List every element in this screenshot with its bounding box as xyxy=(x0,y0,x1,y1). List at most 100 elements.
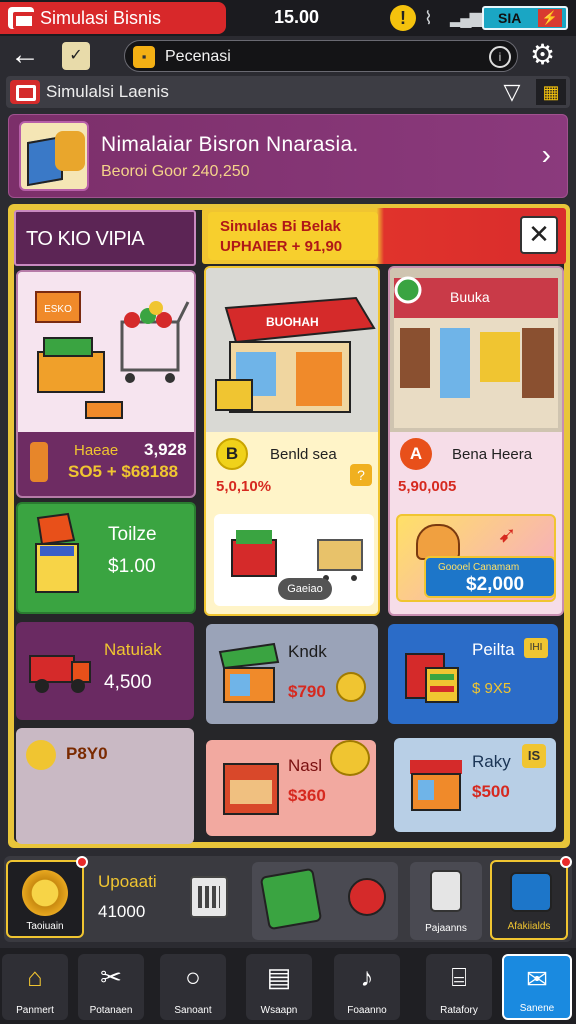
phone-label: Pajaanns xyxy=(425,923,467,934)
status-bar: Simulasi Bisnis 15.00 ! ⌇ ▂▄▆ SIA ⚡ xyxy=(0,0,576,36)
mail-icon: ✉ xyxy=(526,964,548,994)
lock-icon: ▪ xyxy=(133,46,155,68)
calculator-icon[interactable] xyxy=(190,876,228,918)
info-button[interactable]: ? xyxy=(350,464,372,486)
nav-note[interactable]: ♪ Foaanno xyxy=(334,954,400,1020)
coin-stack-icon xyxy=(336,672,366,702)
nav-home-label: Panmert xyxy=(16,1005,54,1016)
kiosk-label: Kndk xyxy=(288,642,327,661)
section-title: TO KIO VIPIA xyxy=(14,210,196,266)
clock: 15.00 xyxy=(274,7,320,27)
cash-icon[interactable] xyxy=(259,867,323,931)
cart-sign-text: ESKO xyxy=(44,304,72,315)
shop-1-price: 5,0,10% xyxy=(216,478,272,495)
shop-2-illustration: Buuka xyxy=(390,268,562,432)
app-logo-icon xyxy=(10,80,40,104)
app-nav-title: Simulalsi Laenis xyxy=(46,82,169,101)
nav-grid[interactable]: ▤ Wsaapn xyxy=(246,954,312,1020)
raky-label: Raky xyxy=(472,752,511,771)
banner-headline: Nimalaiar Bisron Nnarasia. xyxy=(101,133,359,156)
url-bar[interactable]: ▪ Pecenasi i xyxy=(124,40,518,72)
nav-grid-label: Wsaapn xyxy=(260,1005,298,1016)
shop-1-pill[interactable]: Gaeiao xyxy=(278,578,332,600)
cash-actions[interactable] xyxy=(252,862,398,940)
raky-card[interactable]: Raky $500 IS xyxy=(394,738,556,832)
nav-search[interactable]: ○ Sanoant xyxy=(160,954,226,1020)
nasi-price: $360 xyxy=(288,786,326,805)
strip-line-2: UPHAIER + 91,90 xyxy=(220,238,343,255)
wifi-icon: ⌇ xyxy=(424,8,433,28)
app-nav-row: Simulalsi Laenis ▽ ▦ xyxy=(6,76,570,108)
chevron-right-icon[interactable]: › xyxy=(542,139,551,171)
pelita-price: $ 9X5 xyxy=(472,680,512,697)
kiosk-icon xyxy=(218,642,280,703)
app-icon xyxy=(8,7,35,29)
truck-card[interactable]: Natuiak 4,500 xyxy=(16,622,194,720)
nasi-card[interactable]: Nasl $360 xyxy=(206,740,376,836)
browser-bar: ← ✓ ▪ Pecenasi i ⚙ xyxy=(0,38,576,74)
toilet-icon xyxy=(35,512,79,593)
grid-icon: ▤ xyxy=(266,962,292,992)
shop-card-2[interactable]: Buuka A Bena Heera 5,90,005 ➹ Goooel Can… xyxy=(388,266,564,616)
kiosk-price: $790 xyxy=(288,682,326,701)
shop-1-badge: B xyxy=(216,438,248,470)
buy-button[interactable]: Goooel Canamam $2,000 xyxy=(424,556,556,598)
food-stall-icon xyxy=(223,763,279,815)
shop-2-badge: A xyxy=(400,438,432,470)
shop-1-name: Benld sea xyxy=(270,446,337,463)
nav-tools[interactable]: ✂ Potanaen xyxy=(78,954,144,1020)
pelita-tag: IHI xyxy=(524,638,548,658)
achievements-button[interactable]: Afakiialds xyxy=(490,856,572,940)
hook-icon xyxy=(30,442,48,482)
promo-banner[interactable]: Nimalaiar Bisron Nnarasia. Beoroi Goor 2… xyxy=(8,114,568,198)
banner-thumbnail xyxy=(19,121,89,191)
truck-label: Natuiak xyxy=(104,640,162,659)
nav-mail[interactable]: ✉ Sanene xyxy=(502,954,572,1020)
shop-card-1[interactable]: BUOHAH B Benld sea 5,0,10% ? Gaeiao xyxy=(204,266,380,616)
buy-button-price: $2,000 xyxy=(466,574,525,595)
bank-icon: ⌸ xyxy=(451,962,467,992)
app-title-tab[interactable]: Simulasi Bisnis xyxy=(0,2,226,34)
back-arrow-icon[interactable]: ← xyxy=(10,40,40,70)
warning-icon[interactable]: ! xyxy=(390,5,416,31)
smiley-icon xyxy=(26,740,56,770)
upgrade-button[interactable]: Taoiuain xyxy=(6,856,88,938)
cart-value-1: 3,928 xyxy=(144,440,187,459)
signal-icon: ▂▄▆ xyxy=(450,10,482,27)
settings-gear-icon[interactable]: ⚙ xyxy=(530,40,555,70)
shop-1-goods-box: Gaeiao xyxy=(214,514,374,606)
coin-icon xyxy=(330,740,370,776)
shield-icon[interactable]: ▽ xyxy=(498,79,526,105)
toilet-card[interactable]: Toilze $1.00 xyxy=(16,502,196,614)
banner-subline: Beoroi Goor 240,250 xyxy=(101,163,250,180)
notification-dot xyxy=(76,856,88,868)
nav-note-label: Foaanno xyxy=(347,1005,387,1016)
cart-card[interactable]: ESKO Haeae 3,928 SO5 + $68188 xyxy=(16,270,196,498)
achievements-label: Afakiialds xyxy=(507,921,551,932)
cart-footer: Haeae 3,928 SO5 + $68188 xyxy=(18,432,194,496)
close-button[interactable]: ✕ xyxy=(520,216,558,254)
record-button-icon[interactable] xyxy=(348,878,386,916)
nav-bank[interactable]: ⌸ Ratafory xyxy=(426,954,492,1020)
locked-card[interactable]: P8Y0 xyxy=(16,728,194,844)
nav-search-label: Sanoant xyxy=(174,1005,212,1016)
simulation-header-strip: Simulas Bi Belak UPHAIER + 91,90 xyxy=(202,208,566,264)
shop-1-illustration: BUOHAH xyxy=(206,268,378,432)
phone-button[interactable]: Pajaanns xyxy=(410,862,482,940)
upgrade-value: 41000 xyxy=(98,902,146,921)
gear-icon xyxy=(22,870,68,916)
chest-icon xyxy=(510,872,552,912)
shop-2-sign-text: Buuka xyxy=(450,289,490,305)
pelita-card[interactable]: Peilta $ 9X5 IHI xyxy=(388,624,558,724)
info-icon[interactable]: i xyxy=(489,46,511,68)
shop-2-name: Bena Heera xyxy=(452,446,533,463)
cart-key: Haeae xyxy=(74,442,119,459)
checklist-button[interactable]: ✓ xyxy=(62,42,90,70)
home-icon: ⌂ xyxy=(27,962,43,992)
nasi-label: Nasl xyxy=(288,756,323,775)
nav-home[interactable]: ⌂ Panmert xyxy=(2,954,68,1020)
grid-menu-icon[interactable]: ▦ xyxy=(536,79,566,105)
market-stall-icon xyxy=(405,653,459,703)
note-icon: ♪ xyxy=(360,962,374,992)
kiosk-card[interactable]: Kndk $790 xyxy=(206,624,378,724)
